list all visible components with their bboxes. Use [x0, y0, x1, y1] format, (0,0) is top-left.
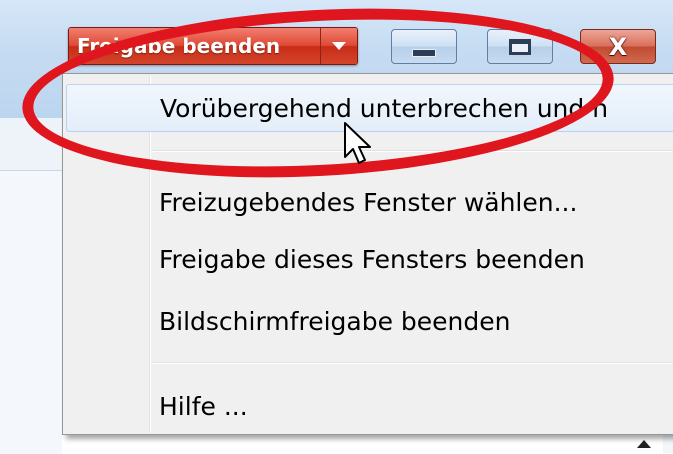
menu-item-stop-window-sharing[interactable]: Freigabe dieses Fensters beenden [66, 235, 673, 283]
menu-separator [152, 150, 673, 152]
stop-sharing-dropdown-button[interactable] [320, 28, 357, 64]
minimize-button[interactable] [391, 29, 457, 64]
maximize-icon [509, 38, 531, 55]
menu-item-label: Freizugebendes Fenster wählen... [159, 187, 578, 217]
background-window-strip [0, 118, 62, 170]
menu-item-label: Bildschirmfreigabe beenden [159, 306, 511, 336]
stop-sharing-label: Freigabe beenden [77, 34, 281, 58]
close-icon: X [608, 32, 628, 61]
close-button[interactable]: X [580, 29, 656, 64]
mouse-cursor-icon [344, 122, 371, 164]
menu-item-choose-window[interactable]: Freizugebendes Fenster wählen... [66, 178, 673, 226]
stop-sharing-split-button[interactable]: Freigabe beenden [68, 27, 358, 65]
maximize-button[interactable] [487, 29, 553, 64]
stop-sharing-button[interactable]: Freigabe beenden [69, 28, 320, 64]
menu-item-label: Hilfe ... [159, 391, 248, 421]
scroll-up-arrow-icon [637, 440, 651, 448]
menu-item-label: Vorübergehend unterbrechen und n [160, 93, 609, 123]
menu-item-help[interactable]: Hilfe ... [66, 382, 673, 430]
minimize-icon [412, 48, 436, 57]
background-window-content [0, 170, 62, 454]
menu-item-label: Freigabe dieses Fensters beenden [159, 244, 585, 274]
menu-separator [152, 362, 673, 364]
dropdown-arrow-icon [332, 42, 346, 50]
menu-item-stop-screen-sharing[interactable]: Bildschirmfreigabe beenden [66, 297, 673, 345]
